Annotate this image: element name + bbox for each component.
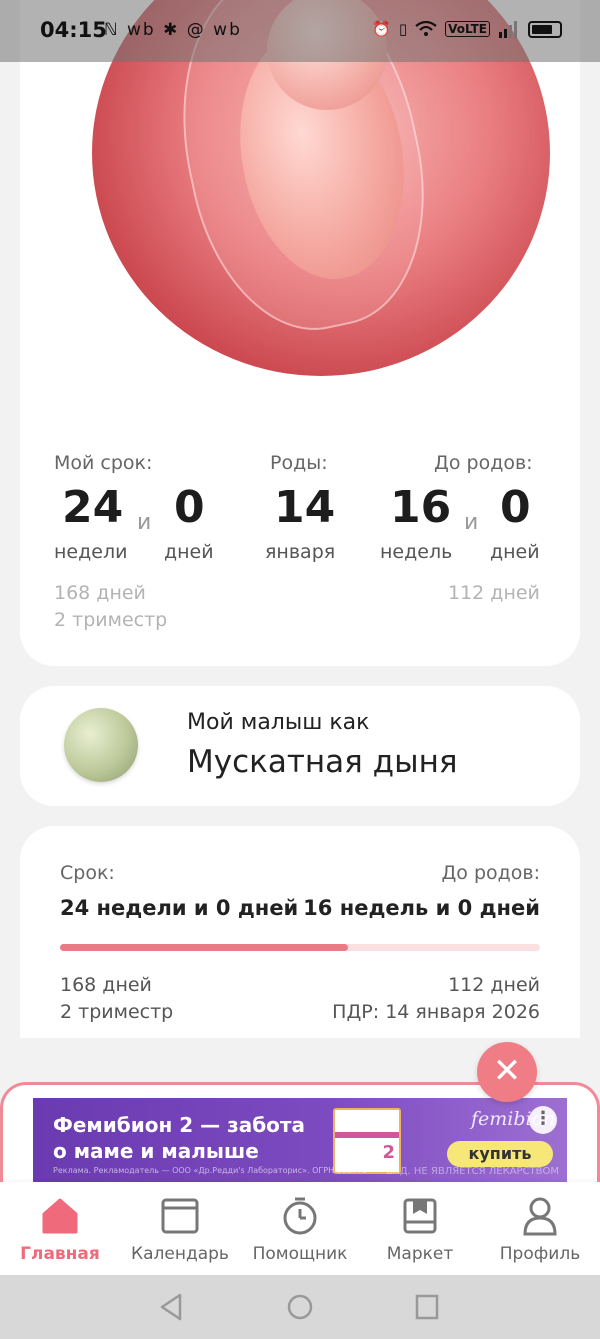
ad-disclaimer: БАД. НЕ ЯВЛЯЕТСЯ ЛЕКАРСТВОМ [386, 1166, 559, 1177]
volte-icon: VoLTE [445, 21, 490, 37]
ad-more-icon[interactable]: ⋮ [529, 1106, 557, 1134]
remaining-days: 112 дней [448, 582, 540, 604]
term-progress-fill [60, 944, 348, 951]
ad-legal-text: Реклама. Рекламодатель — ООО «Др.Редди's… [53, 1166, 368, 1175]
vibrate-icon: ▯ [398, 20, 408, 38]
total-days: 168 дней [54, 582, 146, 604]
trimester: 2 триместр [54, 609, 168, 631]
until-weeks: 16 [390, 482, 452, 533]
ad-buy-button[interactable]: купить [447, 1141, 553, 1167]
ad-title: Фемибион 2 — забота о маме и малыше [53, 1113, 306, 1163]
birth-month: января [265, 541, 336, 563]
clock: 04:15 [40, 18, 107, 42]
close-icon: ✕ [492, 1051, 522, 1091]
notification-icons: ℕ wb ✱ @ wb [104, 20, 242, 40]
term-until-label: До родов: [441, 862, 540, 884]
close-ad-button[interactable]: ✕ [477, 1042, 537, 1102]
nav-item-market[interactable]: Маркет [360, 1182, 480, 1275]
term-progress-bar [60, 944, 540, 951]
birth-label: Роды: [270, 452, 328, 474]
nav-item-assistant[interactable]: Помощник [240, 1182, 360, 1275]
and-separator-2: и [464, 510, 479, 535]
term-trimester: 2 триместр [60, 1001, 174, 1023]
profile-icon [523, 1197, 557, 1236]
term-pdr: ПДР: 14 января 2026 [332, 1001, 540, 1023]
signal-icon [499, 21, 517, 38]
alarm-icon: ⏰ [372, 20, 391, 38]
timer-icon [283, 1197, 317, 1235]
recents-icon[interactable] [414, 1293, 440, 1321]
weeks-unit: недели [54, 541, 128, 563]
until-weeks-unit: недель [380, 541, 453, 563]
product-box-image: 2 [333, 1108, 401, 1174]
term-label: Срок: [60, 862, 115, 884]
back-icon[interactable] [158, 1293, 184, 1321]
pregnancy-card: Мой срок: 24 и 0 недели дней Роды: 14 ян… [20, 0, 580, 666]
market-icon [403, 1198, 437, 1234]
nav-item-calendar[interactable]: Календарь [120, 1182, 240, 1275]
birth-day: 14 [274, 482, 336, 533]
status-bar: 04:15 ℕ wb ✱ @ wb ⏰ ▯ VoLTE [0, 0, 600, 62]
home-button-icon[interactable] [286, 1293, 314, 1321]
term-days: 168 дней [60, 974, 152, 996]
calendar-icon [161, 1198, 199, 1234]
until-days: 0 [500, 482, 531, 533]
term-progress-card: Срок: До родов: 24 недели и 0 дней 16 не… [20, 826, 580, 1038]
term-remaining: 112 дней [448, 974, 540, 996]
home-icon [42, 1198, 78, 1234]
battery-icon [528, 20, 562, 38]
wifi-icon [415, 21, 437, 36]
until-label: До родов: [434, 452, 533, 474]
bottom-nav: Главная Календарь Помощник Маркет Профил… [0, 1182, 600, 1275]
my-term-label: Мой срок: [54, 452, 153, 474]
melon-image [64, 708, 138, 782]
until-days-unit: дней [490, 541, 540, 563]
nav-item-profile[interactable]: Профиль [480, 1182, 600, 1275]
baby-fruit-name: Мускатная дыня [187, 744, 458, 780]
term-until-value: 16 недель и 0 дней [303, 896, 540, 920]
weeks-value: 24 [62, 482, 124, 533]
term-value: 24 недели и 0 дней [60, 896, 299, 920]
days-unit: дней [164, 541, 214, 563]
nav-item-home[interactable]: Главная [0, 1182, 120, 1275]
system-nav-bar [0, 1275, 600, 1339]
ad-banner[interactable]: Фемибион 2 — забота о маме и малыше 2 fe… [33, 1098, 567, 1182]
baby-size-card[interactable]: Мой малыш как Мускатная дыня [20, 686, 580, 806]
baby-small-text: Мой малыш как [187, 710, 370, 735]
days-value: 0 [174, 482, 205, 533]
and-separator: и [137, 510, 152, 535]
